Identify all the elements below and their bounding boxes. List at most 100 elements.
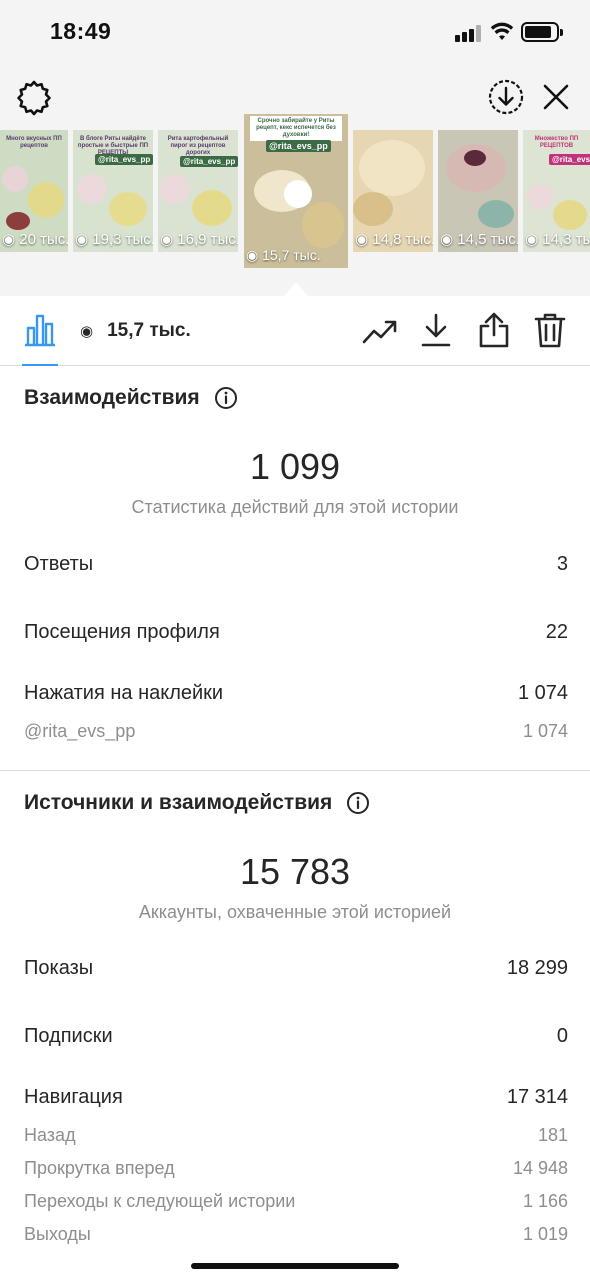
interactions-section-title: Взаимодействия xyxy=(24,386,238,410)
eye-icon: ◉ xyxy=(246,247,259,263)
stat-row-impressions: Показы 18 299 xyxy=(24,957,568,980)
thumbnail-views: 14,3 тыс. xyxy=(542,231,590,248)
stat-label: Назад xyxy=(24,1125,76,1145)
thumbnail-caption: Срочно забирайте у Риты рецепт, кекс исп… xyxy=(250,116,342,141)
bar-chart-icon[interactable] xyxy=(22,312,58,348)
close-icon[interactable] xyxy=(542,83,570,111)
cellular-signal-icon xyxy=(455,24,483,42)
stat-value: 1 019 xyxy=(522,1224,568,1244)
story-thumbnail[interactable]: ◉ 14,5 тыс. xyxy=(438,130,518,252)
thumbnail-tag: @rita_evs_pp xyxy=(266,140,331,152)
stat-label: Навигация xyxy=(24,1086,123,1108)
trash-icon[interactable] xyxy=(533,311,567,349)
stat-label: @rita_evs_pp xyxy=(24,721,136,741)
stat-label: Выходы xyxy=(24,1224,91,1244)
save-download-icon[interactable] xyxy=(487,78,525,116)
cupcake-decor xyxy=(28,182,64,218)
section-divider xyxy=(0,770,590,771)
share-icon[interactable] xyxy=(477,311,511,349)
battery-icon xyxy=(521,22,563,42)
stat-value: 181 xyxy=(537,1125,568,1145)
thumbnail-views: 14,8 тыс. xyxy=(372,231,433,248)
wifi-icon xyxy=(490,22,514,40)
interactions-subtitle: Статистика действий для этой истории xyxy=(131,497,459,517)
story-thumbnail[interactable]: Рита картофельный пирог из рецептов доро… xyxy=(158,130,238,252)
cake-slice-decor xyxy=(353,192,393,226)
cupcake-decor xyxy=(553,200,587,230)
stat-row-forward: Прокрутка вперед 14 948 xyxy=(24,1158,568,1179)
stat-value: 22 xyxy=(545,621,568,643)
home-indicator[interactable] xyxy=(191,1263,399,1269)
interactions-total: 1 099 xyxy=(249,446,341,487)
thumbnail-caption: Рита картофельный пирог из рецептов доро… xyxy=(167,136,229,157)
eye-icon: ◉ xyxy=(160,231,174,248)
stat-row-replies: Ответы 3 xyxy=(24,553,568,576)
stat-label: Показы xyxy=(24,957,94,979)
story-toolbar: ◉ 15,7 тыс. xyxy=(0,296,590,366)
story-thumbnail[interactable]: Много вкусных ПП рецептов ◉ 20 тыс. xyxy=(0,130,68,252)
status-time: 18:49 xyxy=(50,18,112,44)
thumbnail-caption: Множество ПП РЕЦЕПТОВ xyxy=(534,136,579,150)
stat-row-sticker-taps: Нажатия на наклейки 1 074 xyxy=(24,682,568,705)
flowers-decor xyxy=(77,174,107,204)
stat-label: Прокрутка вперед xyxy=(24,1158,175,1178)
info-icon[interactable] xyxy=(346,791,370,815)
stat-row-navigation: Навигация 17 314 xyxy=(24,1086,568,1109)
info-icon[interactable] xyxy=(214,386,238,410)
story-thumbnail[interactable]: ◉ 14,8 тыс. xyxy=(353,130,433,252)
eye-icon: ◉ xyxy=(355,231,369,248)
eye-icon: ◉ xyxy=(525,231,539,248)
stat-value: 3 xyxy=(556,553,568,575)
thumbnail-views: 15,7 тыс. xyxy=(262,247,321,263)
cake-slice-decor xyxy=(302,202,344,248)
thumbnail-tag: @rita_evs_pp xyxy=(95,154,153,165)
stat-row-back: Назад 181 xyxy=(24,1125,568,1146)
stat-row-exits: Выходы 1 019 xyxy=(24,1224,568,1245)
trending-icon[interactable] xyxy=(362,316,398,346)
stat-label: Посещения профиля xyxy=(24,621,220,643)
cupcake-decor xyxy=(109,192,147,226)
thumbnail-views: 19,3 тыс. xyxy=(92,231,153,248)
sources-title: Источники и взаимодействия xyxy=(24,791,333,814)
story-thumbnail[interactable]: Множество ПП РЕЦЕПТОВ @rita_evs ◉ 14,3 т… xyxy=(523,130,590,252)
story-thumbnail[interactable]: В блоге Риты найдёте простые и быстрые П… xyxy=(73,130,153,252)
stat-row-profile-visits: Посещения профиля 22 xyxy=(24,621,568,644)
stat-label: Переходы к следующей истории xyxy=(24,1191,296,1211)
stat-value: 18 299 xyxy=(506,957,568,979)
thumbnail-views: 16,9 тыс. xyxy=(177,231,238,248)
glass-decor xyxy=(478,200,514,228)
story-thumbnail-selected[interactable]: Срочно забирайте у Риты рецепт, кекс исп… xyxy=(244,114,348,268)
thumbnail-caption: Много вкусных ПП рецептов xyxy=(6,136,62,150)
status-bar: 18:49 xyxy=(0,0,590,64)
flowers-decor xyxy=(527,184,553,210)
views-count: 15,7 тыс. xyxy=(107,320,191,341)
eye-icon: ◉ xyxy=(2,231,16,248)
download-icon[interactable] xyxy=(420,312,452,348)
stat-value: 1 074 xyxy=(517,682,568,704)
stat-value: 1 074 xyxy=(522,721,568,741)
flowers-decor xyxy=(2,166,28,192)
story-strip-area: 18:49 Много вкусных ПП рецептов ◉ 20 тыс… xyxy=(0,0,590,296)
flowers-decor xyxy=(160,174,190,204)
flowers-decor xyxy=(284,180,312,208)
cupcake-decor xyxy=(192,190,232,226)
stat-row-sticker-mention[interactable]: @rita_evs_pp 1 074 xyxy=(24,721,568,742)
stat-label: Ответы xyxy=(24,553,94,575)
cake-decor xyxy=(359,140,425,196)
stat-row-follows: Подписки 0 xyxy=(24,1025,568,1048)
eye-icon: ◉ xyxy=(75,231,89,248)
stat-value: 0 xyxy=(556,1025,568,1047)
stat-row-next-story: Переходы к следующей истории 1 166 xyxy=(24,1191,568,1212)
thumbnail-views: 14,5 тыс. xyxy=(457,231,518,248)
settings-gear-icon[interactable] xyxy=(15,79,53,117)
reach-subtitle: Аккаунты, охваченные этой историей xyxy=(138,902,452,922)
selected-pointer xyxy=(284,282,308,296)
stat-label: Подписки xyxy=(24,1025,113,1047)
reach-total: 15 783 xyxy=(239,851,351,892)
berries-decor xyxy=(6,212,30,230)
eye-icon: ◉ xyxy=(80,323,94,340)
stat-label: Нажатия на наклейки xyxy=(24,682,224,704)
interactions-title: Взаимодействия xyxy=(24,386,200,409)
eye-icon: ◉ xyxy=(440,231,454,248)
berries-decor xyxy=(464,150,486,166)
